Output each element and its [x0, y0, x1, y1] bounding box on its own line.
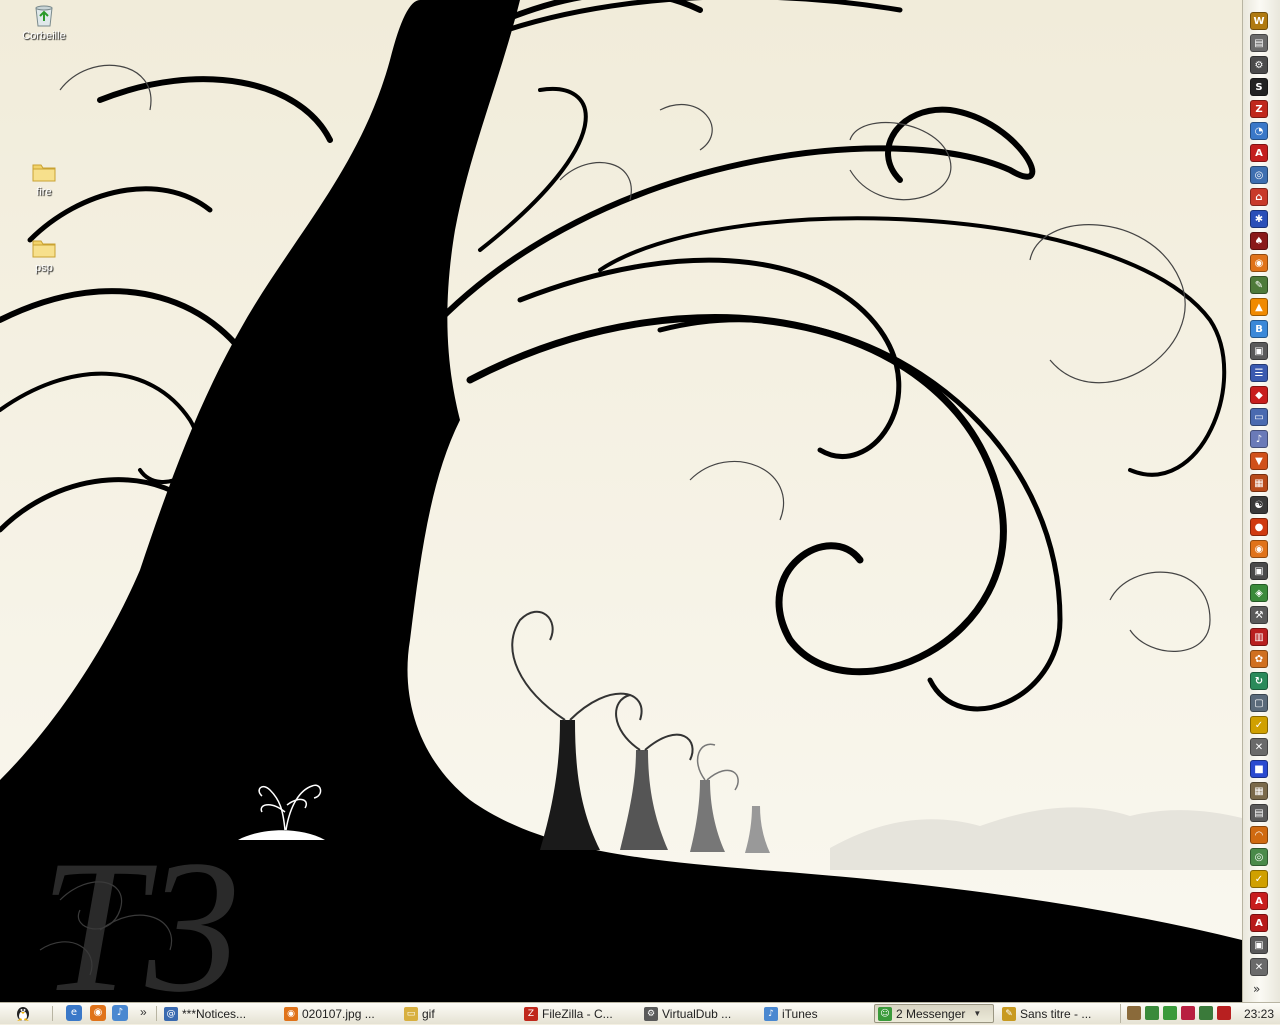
gamepad-icon[interactable]: ♠	[1250, 232, 1268, 250]
calendar-icon[interactable]: ▦	[1250, 782, 1268, 800]
taskbar-button-label: gif	[422, 1006, 435, 1021]
toolbar-icon[interactable]: ▤	[1250, 34, 1268, 52]
desktop-icon-label: fire	[36, 186, 52, 198]
tray-security-icon[interactable]	[1181, 1006, 1195, 1020]
taskbar-button-label: iTunes	[782, 1006, 818, 1021]
runner-icon[interactable]: ☯	[1250, 496, 1268, 514]
document-icon[interactable]: ☰	[1250, 364, 1268, 382]
ati-icon[interactable]: A	[1250, 144, 1268, 162]
window-icon[interactable]: ▭	[1250, 408, 1268, 426]
editor-icon[interactable]: ✎	[1250, 276, 1268, 294]
tv-icon[interactable]: ▣	[1250, 562, 1268, 580]
tray-people-icon[interactable]	[1163, 1006, 1177, 1020]
taskbar-button[interactable]: ☺ 2 Messenger ▼	[874, 1004, 994, 1023]
wow-icon[interactable]: W	[1250, 12, 1268, 30]
settings-icon[interactable]: ⚙	[1250, 56, 1268, 74]
taskbar-separator	[156, 1006, 157, 1021]
taskbar-button-label: VirtualDub ...	[662, 1006, 732, 1021]
taskbar-button[interactable]: ♪ iTunes	[760, 1004, 878, 1023]
taskbar-button-label: FileZilla - C...	[542, 1006, 613, 1021]
recycle-bin-shortcut[interactable]: Corbeille	[12, 2, 76, 42]
messenger-icon[interactable]: ◔	[1250, 122, 1268, 140]
adobe-icon[interactable]: ◆	[1250, 386, 1268, 404]
disc-icon[interactable]: ◎	[1250, 848, 1268, 866]
clock[interactable]: 23:23	[1244, 1007, 1274, 1021]
chart-icon[interactable]: ▥	[1250, 628, 1268, 646]
pdf2-icon[interactable]: A	[1250, 914, 1268, 932]
desktop-wallpaper: T3	[0, 0, 1242, 1002]
taskbar-button[interactable]: ▭ gif	[400, 1004, 518, 1023]
firefox-icon[interactable]: ◉	[1250, 254, 1268, 272]
sidebar-more-chevron[interactable]: »	[1253, 982, 1260, 996]
taskbar-button[interactable]: Z FileZilla - C...	[520, 1004, 638, 1023]
filezilla-icon[interactable]: Z	[1250, 100, 1268, 118]
start-button[interactable]	[14, 1005, 32, 1022]
taskbar-button-icon: @	[164, 1006, 178, 1021]
norton2-icon[interactable]: ✓	[1250, 870, 1268, 888]
folder-icon	[32, 164, 56, 182]
music-file-icon[interactable]: ♪	[1250, 430, 1268, 448]
taskbar-button-icon: ◉	[284, 1006, 298, 1021]
network-icon[interactable]: ✱	[1250, 210, 1268, 228]
grid-icon[interactable]: ▦	[1250, 474, 1268, 492]
tray-meter-icon[interactable]	[1199, 1006, 1213, 1020]
firefox2-icon[interactable]: ◉	[1250, 540, 1268, 558]
quick-launch-sidebar: W ▤ ⚙ S Z ◔ A ◎ ⌂ ✱ ♠ ◉ ✎ ▲ B ▣ ☰ ◆ ▭ ♪ ▼ ▦ ☯ ● ◉ ▣ ◈ ⚒ ▥ ✿ ↻ ▢ ✓ ✕ ■ ▦ ▤ ◠ ◎ ✓…	[1242, 0, 1280, 1002]
taskbar-button[interactable]: ⚙ VirtualDub ...	[640, 1004, 758, 1023]
taskbar-button-icon: ✎	[1002, 1006, 1016, 1021]
package-icon[interactable]: ◈	[1250, 584, 1268, 602]
shield-icon[interactable]: ▼	[1250, 452, 1268, 470]
cross-tools-icon[interactable]: ✕	[1250, 738, 1268, 756]
taskbar-button[interactable]: ✎ Sans titre - ...	[998, 1004, 1116, 1023]
cross-tools2-icon[interactable]: ✕	[1250, 958, 1268, 976]
bs-icon[interactable]: B	[1250, 320, 1268, 338]
folder-icon	[32, 240, 56, 258]
folder-psp-shortcut[interactable]: psp	[12, 234, 76, 274]
recycle-bin-icon	[35, 5, 53, 27]
steam-icon[interactable]: S	[1250, 78, 1268, 96]
taskbar-button-label: 2 Messenger	[896, 1006, 966, 1021]
taskbar-button-label: ***Notices...	[182, 1006, 247, 1021]
tray-speaker-icon[interactable]	[1217, 1006, 1231, 1020]
taskbar-separator	[52, 1006, 53, 1021]
desktop-icon-label: Corbeille	[22, 30, 66, 42]
printer-icon[interactable]: ▤	[1250, 804, 1268, 822]
taskbar-button-label: Sans titre - ...	[1020, 1006, 1092, 1021]
orb-icon[interactable]: ●	[1250, 518, 1268, 536]
taskbar-button-icon: ♪	[764, 1006, 778, 1021]
paint-icon[interactable]: ✿	[1250, 650, 1268, 668]
home-icon[interactable]: ⌂	[1250, 188, 1268, 206]
firefox-icon[interactable]: ◉	[90, 1005, 106, 1021]
desktop-icon-label: psp	[35, 262, 53, 274]
chevron-down-icon[interactable]: ▼	[973, 1009, 981, 1018]
refresh-icon[interactable]: ↻	[1250, 672, 1268, 690]
taskbar: e ◉ ♪ » @ ***Notices... ◉ 020107.jpg ... ▭ gif Z…	[0, 1002, 1280, 1024]
pdf-icon[interactable]: A	[1250, 892, 1268, 910]
taskbar-button-label: 020107.jpg ...	[302, 1006, 375, 1021]
norton-icon[interactable]: ✓	[1250, 716, 1268, 734]
taskbar-button-icon: ☺	[878, 1006, 892, 1021]
vlc-icon[interactable]: ▲	[1250, 298, 1268, 316]
monitor-icon[interactable]: ▣	[1250, 342, 1268, 360]
ie-icon[interactable]: e	[66, 1005, 82, 1021]
globe-icon[interactable]: ◎	[1250, 166, 1268, 184]
taskbar-button-icon: Z	[524, 1006, 538, 1021]
system-tray: 23:23	[1120, 1004, 1280, 1023]
itunes-icon[interactable]: ♪	[112, 1005, 128, 1021]
folder-fire-shortcut[interactable]: fire	[12, 158, 76, 198]
taskbar-button-icon: ⚙	[644, 1006, 658, 1021]
taskbar-button[interactable]: ◉ 020107.jpg ...	[280, 1004, 398, 1023]
wallpaper-logo: T3	[40, 822, 241, 1002]
blue-square-icon[interactable]: ■	[1250, 760, 1268, 778]
taskbar-button[interactable]: @ ***Notices...	[160, 1004, 278, 1023]
tray-user-icon[interactable]	[1127, 1006, 1141, 1020]
taskbar-button-icon: ▭	[404, 1006, 418, 1021]
tray-plant-icon[interactable]	[1145, 1006, 1159, 1020]
tv2-icon[interactable]: ▣	[1250, 936, 1268, 954]
tool-icon[interactable]: ⚒	[1250, 606, 1268, 624]
headset-icon[interactable]: ◠	[1250, 826, 1268, 844]
screen-icon[interactable]: ▢	[1250, 694, 1268, 712]
tux-icon	[17, 1007, 29, 1021]
quick-launch-more-chevron[interactable]: »	[140, 1005, 147, 1019]
